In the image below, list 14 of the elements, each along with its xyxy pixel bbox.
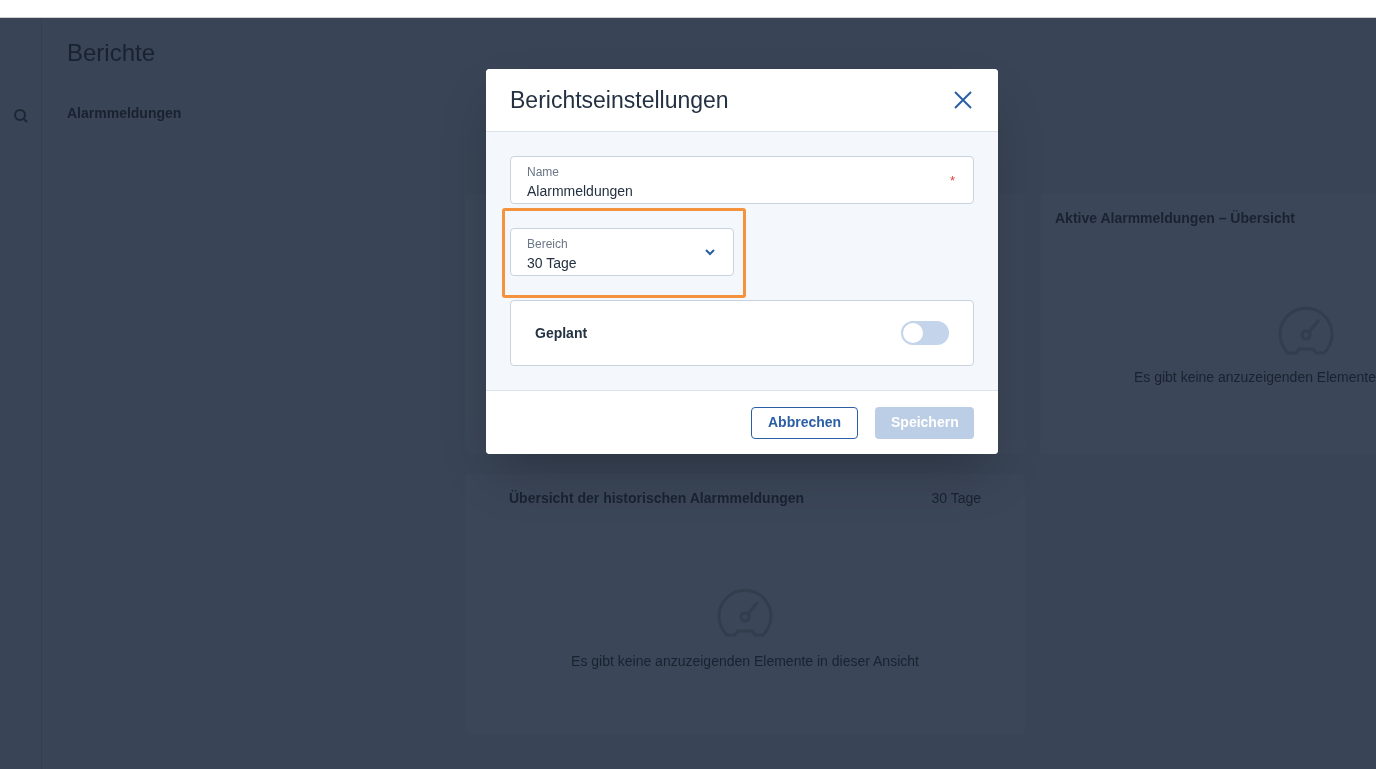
cancel-button[interactable]: Abbrechen (751, 406, 858, 439)
close-button[interactable] (952, 89, 974, 111)
field-value: Alarmmeldungen (527, 182, 634, 201)
scheduled-switch[interactable] (901, 321, 949, 345)
name-field[interactable]: Name Alarmmeldungen * (510, 156, 974, 204)
toggle-label: Geplant (535, 323, 588, 343)
search-icon[interactable] (12, 108, 29, 124)
field-value: 30 Tage (527, 254, 578, 273)
required-mark: * (949, 172, 955, 190)
field-label: Bereich (527, 237, 568, 251)
chevron-down-icon (705, 249, 715, 256)
range-dropdown[interactable]: Bereich 30 Tage (510, 228, 734, 276)
dialog-title: Berichtseinstellungen (510, 85, 729, 115)
field-label: Name (527, 165, 559, 179)
